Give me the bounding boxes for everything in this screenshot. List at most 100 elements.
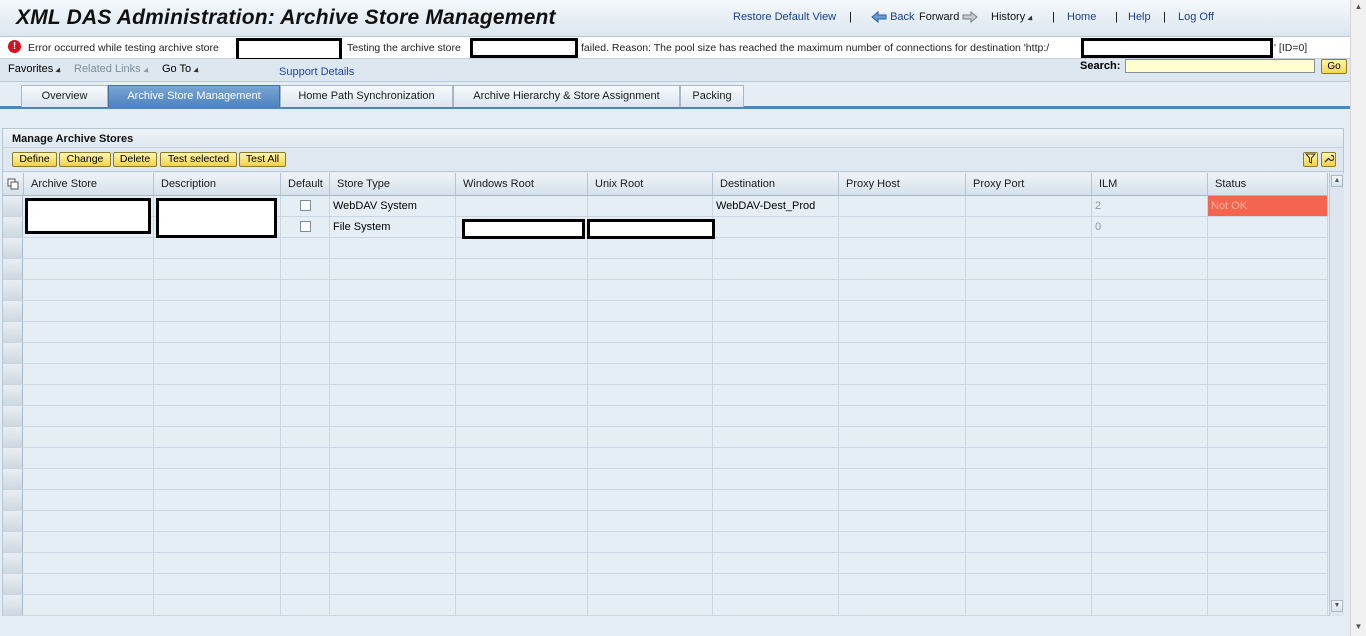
table-cell	[24, 490, 154, 510]
table-cell	[281, 469, 330, 489]
row-selector[interactable]	[3, 385, 23, 405]
table-cell	[1092, 427, 1208, 447]
error-icon: !	[8, 40, 21, 53]
go-button[interactable]: Go	[1321, 59, 1347, 74]
go-to-menu[interactable]: Go To	[162, 63, 201, 75]
row-selector[interactable]	[3, 196, 23, 216]
row-selector[interactable]	[3, 238, 23, 258]
table-cell	[713, 595, 839, 615]
error-message-part1: Error occurred while testing archive sto…	[28, 42, 219, 54]
column-header-unix-root[interactable]: Unix Root	[588, 173, 713, 196]
log-off-link[interactable]: Log Off	[1178, 11, 1214, 23]
table-cell	[839, 343, 966, 363]
tab-home-path-synchronization[interactable]: Home Path Synchronization	[280, 85, 453, 107]
column-header-proxy-port[interactable]: Proxy Port	[966, 173, 1092, 196]
column-header-windows-root[interactable]: Windows Root	[456, 173, 588, 196]
table-cell	[1208, 343, 1328, 363]
default-checkbox[interactable]	[300, 221, 311, 232]
support-details-link[interactable]: Support Details	[279, 66, 354, 78]
row-selector[interactable]	[3, 532, 23, 552]
window-vertical-scrollbar[interactable]: ▲ ▼	[1350, 0, 1366, 636]
delete-button[interactable]: Delete	[113, 152, 157, 167]
row-selector[interactable]	[3, 511, 23, 531]
tab-archive-store-management[interactable]: Archive Store Management	[108, 85, 280, 107]
table-row	[3, 343, 1328, 364]
table-cell	[839, 574, 966, 594]
column-header-store-type[interactable]: Store Type	[330, 173, 456, 196]
history-menu[interactable]: History	[991, 11, 1035, 23]
row-selector[interactable]	[3, 364, 23, 384]
go-to-caret-icon	[193, 67, 201, 75]
table-cell	[966, 238, 1092, 258]
restore-default-view-link[interactable]: Restore Default View	[733, 11, 836, 23]
row-selector[interactable]	[3, 490, 23, 510]
row-selector[interactable]	[3, 322, 23, 342]
settings-wrench-icon[interactable]	[1321, 152, 1336, 167]
row-selector[interactable]	[3, 553, 23, 573]
table-cell	[588, 259, 713, 279]
row-selector[interactable]	[3, 259, 23, 279]
forward-button[interactable]: Forward	[919, 11, 979, 24]
column-header-description[interactable]: Description	[154, 173, 281, 196]
row-selector[interactable]	[3, 217, 23, 237]
home-link[interactable]: Home	[1067, 11, 1096, 23]
column-header-archive-store[interactable]: Archive Store	[24, 173, 154, 196]
row-selector[interactable]	[3, 280, 23, 300]
table-cell	[588, 385, 713, 405]
select-all-header[interactable]	[3, 173, 24, 196]
tab-overview[interactable]: Overview	[21, 85, 108, 107]
test-all-button[interactable]: Test All	[239, 152, 286, 167]
row-selector[interactable]	[3, 427, 23, 447]
favorites-menu[interactable]: Favorites	[8, 63, 63, 75]
back-arrow-icon	[871, 11, 887, 24]
table-cell	[1208, 364, 1328, 384]
row-selector[interactable]	[3, 574, 23, 594]
table-cell	[1092, 511, 1208, 531]
tab-archive-hierarchy-store-assignment[interactable]: Archive Hierarchy & Store Assignment	[453, 85, 680, 107]
column-header-proxy-host[interactable]: Proxy Host	[839, 173, 966, 196]
default-checkbox[interactable]	[300, 200, 311, 211]
define-button[interactable]: Define	[12, 152, 57, 167]
window-scroll-up-icon[interactable]: ▲	[1353, 2, 1364, 14]
table-cell	[281, 217, 330, 237]
column-header-default[interactable]: Default	[281, 173, 330, 196]
column-header-destination[interactable]: Destination	[713, 173, 839, 196]
column-header-status[interactable]: Status	[1208, 173, 1328, 196]
search-label: Search:	[1080, 60, 1121, 72]
redacted-block	[156, 198, 277, 238]
search-input[interactable]	[1125, 59, 1315, 73]
table-cell	[456, 364, 588, 384]
tab-packing[interactable]: Packing	[680, 85, 744, 107]
table-cell	[966, 217, 1092, 237]
table-cell	[281, 280, 330, 300]
related-links-menu[interactable]: Related Links	[74, 63, 151, 75]
table-cell	[588, 238, 713, 258]
table-cell	[966, 259, 1092, 279]
table-row	[3, 532, 1328, 553]
back-label: Back	[890, 11, 915, 23]
table-cell	[330, 301, 456, 321]
row-selector[interactable]	[3, 595, 23, 615]
window-scroll-down-icon[interactable]: ▼	[1353, 622, 1364, 634]
table-cell	[281, 448, 330, 468]
change-button[interactable]: Change	[59, 152, 111, 167]
test-selected-button[interactable]: Test selected	[160, 152, 237, 167]
row-selector[interactable]	[3, 448, 23, 468]
redacted-block	[236, 38, 342, 61]
table-cell	[24, 574, 154, 594]
table-cell	[839, 385, 966, 405]
scroll-up-icon[interactable]: ▲	[1331, 175, 1343, 187]
row-selector[interactable]	[3, 469, 23, 489]
row-selector[interactable]	[3, 406, 23, 426]
column-header-ilm[interactable]: ILM	[1092, 173, 1208, 196]
help-link[interactable]: Help	[1128, 11, 1151, 23]
table-cell	[1208, 280, 1328, 300]
scroll-down-icon[interactable]: ▼	[1331, 600, 1343, 612]
table-cell	[966, 364, 1092, 384]
row-selector[interactable]	[3, 301, 23, 321]
back-button[interactable]: Back	[871, 11, 915, 24]
table-vertical-scrollbar[interactable]: ▲ ▼	[1329, 173, 1344, 616]
filter-icon[interactable]	[1303, 152, 1318, 167]
row-selector[interactable]	[3, 343, 23, 363]
table-cell	[281, 490, 330, 510]
